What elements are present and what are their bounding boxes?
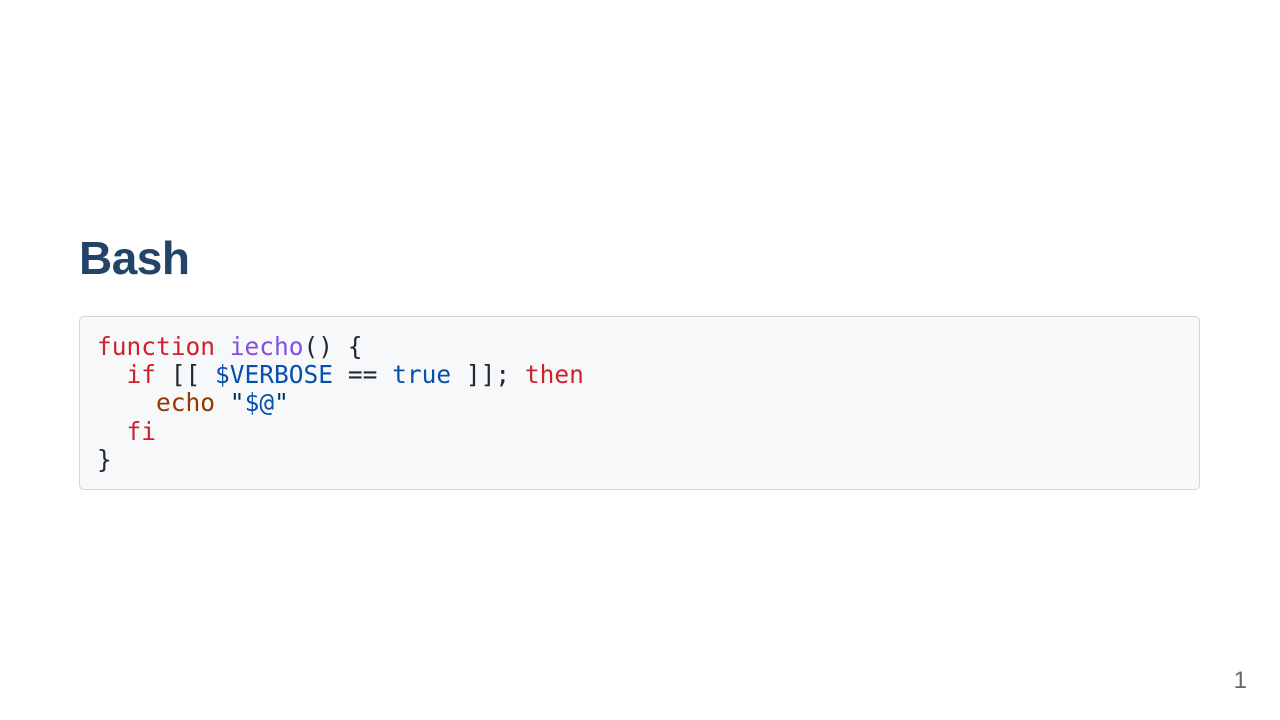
- closing-brace: }: [97, 444, 112, 474]
- code-line-2: if [[ $VERBOSE == true ]]; then: [97, 360, 584, 389]
- function-name: iecho: [229, 332, 304, 361]
- code-content: function iecho() { if [[ $VERBOSE == tru…: [97, 332, 1182, 474]
- boolean-true: true: [392, 360, 452, 390]
- string-quote-open: ": [229, 388, 245, 418]
- page-number: 1: [1233, 667, 1247, 694]
- slide: Bash function iecho() { if [[ $VERBOSE =…: [0, 0, 1280, 720]
- code-line-3: echo "$@": [97, 388, 289, 417]
- variable-args: $@: [244, 388, 275, 418]
- test-close: ]];: [451, 360, 525, 390]
- code-line-1: function iecho() {: [97, 332, 363, 361]
- slide-title: Bash: [79, 232, 190, 284]
- test-open: [[: [156, 360, 216, 390]
- keyword-fi: fi: [126, 416, 157, 446]
- code-line-4: fi: [97, 416, 157, 446]
- string-quote-close: ": [274, 388, 289, 418]
- keyword-then: then: [524, 360, 584, 390]
- operator-equals: ==: [333, 360, 393, 390]
- builtin-echo: echo: [156, 388, 216, 418]
- variable-verbose: $VERBOSE: [215, 360, 334, 390]
- code-line-5: }: [97, 445, 112, 474]
- keyword-if: if: [126, 360, 157, 390]
- keyword-function: function: [97, 332, 216, 361]
- function-parens: () {: [303, 332, 363, 361]
- code-block: function iecho() { if [[ $VERBOSE == tru…: [79, 316, 1200, 490]
